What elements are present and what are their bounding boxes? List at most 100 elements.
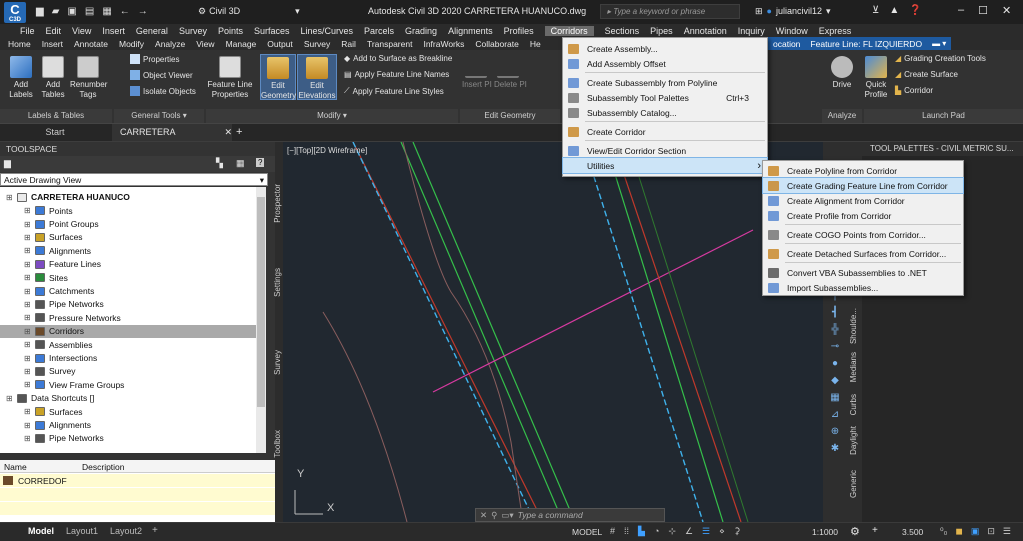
new-icon[interactable]: ▆ xyxy=(36,6,44,17)
close-icon[interactable]: ✕ xyxy=(480,510,487,521)
menu-general[interactable]: General xyxy=(136,26,168,36)
tree-item[interactable]: ⊞ CARRETERA HUANUCO xyxy=(0,191,130,204)
annotation-scale[interactable]: 1:1000 xyxy=(812,527,838,537)
subassembly-icon[interactable]: ⊿ xyxy=(831,409,839,420)
expand-icon[interactable]: ⊞ xyxy=(24,421,32,430)
add-layout-button[interactable]: + xyxy=(152,525,158,536)
otrack-icon[interactable]: ∠ xyxy=(685,526,693,537)
grading-creation-tools-button[interactable]: ◢ Grading Creation Tools xyxy=(895,54,986,63)
corridor-button[interactable]: ▙ Corridor xyxy=(895,86,933,95)
section-line-magenta[interactable] xyxy=(432,229,754,393)
customize-icon[interactable]: ☰ xyxy=(1003,526,1011,537)
expand-icon[interactable]: ⊞ xyxy=(6,193,14,202)
edit-geometry-button[interactable]: Edit Geometry xyxy=(260,54,296,100)
ribbon-tab-rail[interactable]: Rail xyxy=(341,39,356,49)
tab-model[interactable]: Model xyxy=(28,526,54,536)
annoscale-icon[interactable]: ⚳ xyxy=(734,526,741,537)
expand-icon[interactable]: ⊞ xyxy=(24,327,32,336)
drawing-canvas[interactable] xyxy=(283,142,823,522)
viewport-label[interactable]: [−][Top][2D Wireframe] xyxy=(287,146,367,155)
menu-grading[interactable]: Grading xyxy=(405,26,437,36)
tab-curbs[interactable]: Curbs xyxy=(849,394,858,415)
expand-icon[interactable]: ⊞ xyxy=(24,380,32,389)
new-tab-button[interactable]: + xyxy=(236,124,242,141)
properties-button[interactable]: Properties xyxy=(130,54,179,64)
plus-icon[interactable]: + xyxy=(872,525,878,536)
ribbon-tab-insert[interactable]: Insert xyxy=(42,39,63,49)
ribbon-tab-collaborate[interactable]: Collaborate xyxy=(475,39,518,49)
saveas-icon[interactable]: ▤ xyxy=(85,6,94,17)
apply-feature-line-styles-button[interactable]: ⟋ Apply Feature Line Styles xyxy=(344,86,444,96)
command-dropdown[interactable]: ▭▾ xyxy=(501,510,513,521)
polar-icon[interactable]: ◔ xyxy=(654,526,659,537)
quick-profile-button[interactable]: Quick Profile xyxy=(862,56,890,100)
ribbon-toggle-icon[interactable]: ▬ ▾ xyxy=(927,39,951,48)
close-icon[interactable]: ✕ xyxy=(224,124,232,141)
subassembly-icon[interactable]: ⊕ xyxy=(831,426,839,437)
autodesk-icon[interactable]: ▲ xyxy=(889,5,899,16)
ribbon-tab-view[interactable]: View xyxy=(196,39,214,49)
tab-shoulder[interactable]: Shoulde... xyxy=(849,308,858,344)
menu-inquiry[interactable]: Inquiry xyxy=(738,26,765,36)
menu-item-subassembly-tool-palettes[interactable]: Subassembly Tool Palettes Ctrl+3 xyxy=(563,90,767,105)
tree-item[interactable]: ⊞ Catchments xyxy=(0,285,94,298)
tree-item[interactable]: ⊞ Data Shortcuts [] xyxy=(0,392,94,405)
add-tables-button[interactable]: Add Tables xyxy=(40,56,66,100)
list-header-description[interactable]: Description xyxy=(82,462,125,472)
menu-express[interactable]: Express xyxy=(819,26,852,36)
insert-pi-button[interactable]: Insert PI xyxy=(462,56,492,90)
menu-survey[interactable]: Survey xyxy=(179,26,207,36)
menu-item-create-profile-from-corridor[interactable]: Create Profile from Corridor xyxy=(763,208,963,223)
expand-icon[interactable]: ⊞ xyxy=(24,260,32,269)
subassembly-icon[interactable]: ┫ xyxy=(832,307,838,318)
tab-generic[interactable]: Generic xyxy=(849,470,858,498)
menu-parcels[interactable]: Parcels xyxy=(364,26,394,36)
tab-toolbox[interactable]: Toolbox xyxy=(273,430,282,458)
tree-item[interactable]: ⊞ View Frame Groups xyxy=(0,379,124,392)
list-header-name[interactable]: Name xyxy=(4,462,27,472)
menu-insert[interactable]: Insert xyxy=(102,26,125,36)
create-surface-button[interactable]: ◢ Create Surface xyxy=(895,70,958,79)
tab-prospector[interactable]: Prospector xyxy=(273,184,282,223)
scrollbar-thumb[interactable] xyxy=(257,197,265,407)
menu-item-convert-vba-subassemblies-to-net[interactable]: Convert VBA Subassemblies to .NET xyxy=(763,265,963,280)
expand-icon[interactable]: ⊞ xyxy=(24,273,32,282)
toolspace-menu-icon[interactable]: ▆ xyxy=(4,158,11,169)
osnap-icon[interactable]: ⊹ xyxy=(668,526,676,537)
clean-screen-icon[interactable]: ▣ xyxy=(971,526,980,537)
lineweight-icon[interactable]: ☰ xyxy=(702,526,710,537)
cart-icon[interactable]: ⊻ xyxy=(872,5,879,16)
expand-icon[interactable]: ⊞ xyxy=(24,300,32,309)
menu-item-create-detached-surfaces-from-corridor[interactable]: Create Detached Surfaces from Corridor..… xyxy=(763,246,963,261)
subassembly-icon[interactable]: ◆ xyxy=(831,375,839,386)
menu-item-create-polyline-from-corridor[interactable]: Create Polyline from Corridor xyxy=(763,163,963,178)
menu-annotation[interactable]: Annotation xyxy=(684,26,727,36)
minimize-icon[interactable]: – xyxy=(958,4,964,17)
user-account[interactable]: ⊞ ● juliancivil12 ▾ xyxy=(755,6,831,17)
menu-item-import-subassemblies[interactable]: Import Subassemblies... xyxy=(763,280,963,295)
tree-item[interactable]: ⊞ Point Groups xyxy=(0,218,99,231)
tab-settings[interactable]: Settings xyxy=(273,268,282,297)
maximize-icon[interactable]: ☐ xyxy=(978,4,988,17)
grid-icon[interactable]: # xyxy=(610,526,615,537)
hardware-icon[interactable]: ◼ xyxy=(955,526,962,537)
tree-item[interactable]: ⊞ Pipe Networks xyxy=(0,298,104,311)
tree-item[interactable]: ⊞ Corridors xyxy=(0,325,256,338)
object-viewer-button[interactable]: Object Viewer xyxy=(130,70,193,80)
menu-surfaces[interactable]: Surfaces xyxy=(254,26,290,36)
redo-icon[interactable]: → xyxy=(138,6,148,17)
tree-item[interactable]: ⊞ Surfaces xyxy=(0,405,83,418)
context-tab-1[interactable]: Feature Line: FL IZQUIERDO xyxy=(805,39,927,49)
ribbon-tab-analyze[interactable]: Analyze xyxy=(155,39,185,49)
menu-item-subassembly-catalog[interactable]: Subassembly Catalog... xyxy=(563,105,767,120)
feature-line-properties-button[interactable]: Feature Line Properties xyxy=(205,56,255,100)
menu-view[interactable]: View xyxy=(72,26,91,36)
tree-scrollbar[interactable] xyxy=(256,187,266,453)
expand-icon[interactable]: ⊞ xyxy=(24,367,32,376)
snap-icon[interactable]: ⁞⁞ xyxy=(624,526,629,537)
open-icon[interactable]: ▰ xyxy=(52,6,60,17)
menu-sections[interactable]: Sections xyxy=(605,26,640,36)
menu-pipes[interactable]: Pipes xyxy=(650,26,673,36)
model-space-toggle[interactable]: MODEL xyxy=(572,527,602,537)
delete-pi-button[interactable]: Delete PI xyxy=(494,56,527,90)
